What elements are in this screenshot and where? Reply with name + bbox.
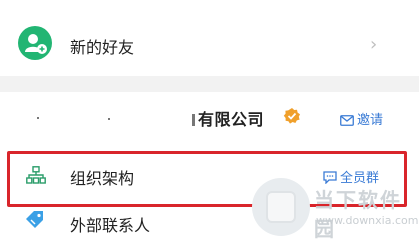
watermark-logo-icon bbox=[252, 178, 310, 236]
company-name: 有限公司 bbox=[198, 110, 265, 129]
external-contacts-label: 外部联系人 bbox=[70, 216, 151, 235]
add-user-icon bbox=[18, 26, 52, 60]
text-artifact bbox=[108, 118, 110, 120]
invite-button[interactable]: 邀请 bbox=[340, 109, 383, 128]
company-row[interactable]: 有限公司 邀请 bbox=[0, 92, 419, 148]
new-friends-row[interactable]: 新的好友 › bbox=[0, 14, 419, 76]
tag-icon bbox=[26, 211, 43, 228]
watermark-title: 当下软件园 bbox=[314, 188, 402, 241]
verified-badge-icon bbox=[283, 108, 300, 124]
site-watermark: 当下软件园 www.downxia.com bbox=[252, 174, 418, 246]
invite-label: 邀请 bbox=[357, 113, 384, 128]
text-artifact bbox=[192, 114, 195, 126]
watermark-url: www.downxia.com bbox=[316, 214, 419, 227]
new-friends-label: 新的好友 bbox=[70, 38, 135, 57]
text-artifact bbox=[37, 117, 39, 119]
chevron-right-icon: › bbox=[370, 34, 378, 55]
mail-icon bbox=[340, 115, 354, 126]
section-divider bbox=[0, 76, 419, 92]
